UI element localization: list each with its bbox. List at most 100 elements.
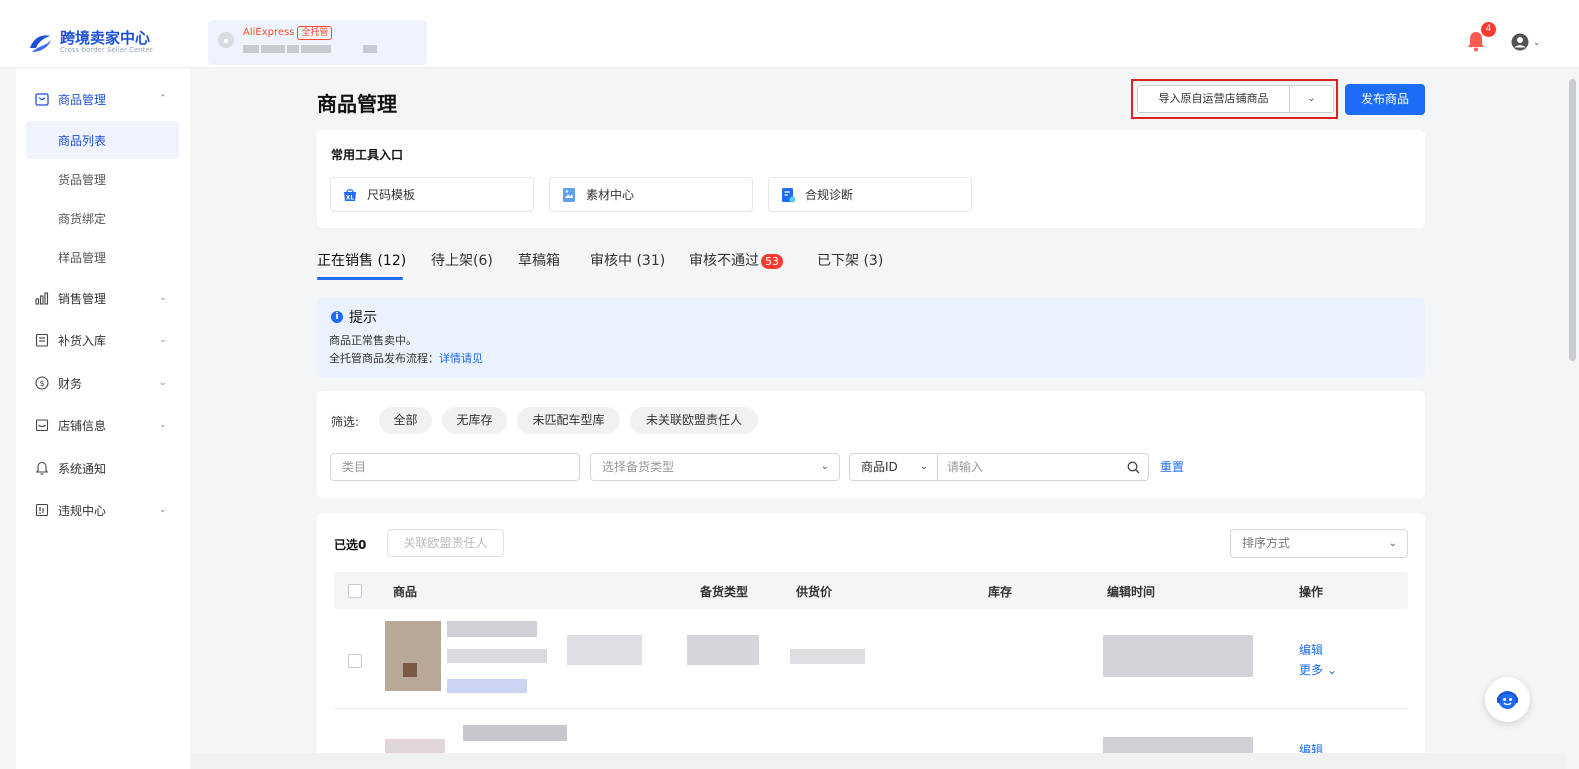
product-id-input[interactable]: 请输入 bbox=[937, 453, 1149, 481]
info-tip: i 提示 商品正常售卖中。 全托管商品发布流程：详情请见 bbox=[317, 297, 1425, 377]
sidebar-item-label: 系统通知 bbox=[58, 461, 107, 476]
tool-size-template[interactable]: XL 尺码模板 bbox=[330, 177, 534, 212]
sidebar-subitem-goods-management[interactable]: 货品管理 bbox=[26, 160, 179, 198]
column-header-stock-type: 备货类型 bbox=[700, 585, 749, 599]
tool-label: 尺码模板 bbox=[367, 188, 416, 202]
app-subtitle: Cross-border Seller Center bbox=[60, 45, 153, 54]
svg-text:XL: XL bbox=[346, 194, 355, 201]
sidebar-subitem-goods-binding[interactable]: 商货绑定 bbox=[26, 199, 179, 237]
sidebar-item-finance[interactable]: $ 财务 ⌄ bbox=[16, 365, 190, 401]
sidebar-item-sales-management[interactable]: 销售管理 ⌄ bbox=[16, 280, 190, 316]
chevron-up-icon: ⌃ bbox=[159, 94, 167, 104]
sidebar-subitem-label: 商货绑定 bbox=[58, 211, 107, 226]
tool-label: 合规诊断 bbox=[805, 188, 854, 202]
tip-text: 全托管商品发布流程： bbox=[329, 352, 439, 365]
product-meta-redacted bbox=[447, 679, 527, 693]
tool-compliance-check[interactable]: 合规诊断 bbox=[768, 177, 972, 212]
tools-title: 常用工具入口 bbox=[331, 148, 404, 162]
app-logo[interactable]: 跨境卖家中心 Cross-border Seller Center bbox=[26, 28, 153, 56]
edit-time-redacted bbox=[1103, 737, 1253, 753]
sidebar-item-store-info[interactable]: 店铺信息 ⌄ bbox=[16, 407, 190, 443]
id-input-placeholder: 请输入 bbox=[947, 460, 984, 474]
sidebar-subitem-product-list[interactable]: 商品列表 bbox=[26, 121, 179, 159]
dollar-circle-icon: $ bbox=[35, 376, 49, 390]
horizontal-scrollbar[interactable] bbox=[190, 753, 1565, 769]
sidebar: 商品管理 ⌃ 商品列表 货品管理 商货绑定 样品管理 销售管理 ⌄ 补货入库 ⌄… bbox=[16, 69, 190, 769]
store-name-redacted bbox=[243, 45, 403, 53]
vertical-scroll-thumb[interactable] bbox=[1569, 79, 1576, 361]
chevron-down-icon[interactable]: ⌄ bbox=[1290, 86, 1333, 112]
sidebar-item-label: 补货入库 bbox=[58, 333, 107, 348]
vertical-scrollbar[interactable] bbox=[1565, 69, 1579, 769]
row-checkbox[interactable] bbox=[348, 654, 362, 668]
search-icon[interactable] bbox=[1127, 461, 1140, 474]
selected-count: 已选0 bbox=[334, 538, 367, 552]
filter-label: 筛选: bbox=[331, 415, 360, 429]
store-platform: AliExpress bbox=[243, 27, 295, 38]
sidebar-item-label: 销售管理 bbox=[58, 291, 107, 306]
sidebar-item-label: 店铺信息 bbox=[58, 418, 107, 433]
customer-service-button[interactable] bbox=[1485, 677, 1530, 722]
tab-pending-listing[interactable]: 待上架(6) bbox=[431, 250, 493, 270]
store-switcher[interactable]: ▪ AliExpress 全托管 bbox=[208, 20, 427, 65]
tab-on-sale[interactable]: 正在销售 (12) bbox=[317, 250, 406, 270]
link-eu-representative-button[interactable]: 关联欧盟责任人 bbox=[387, 529, 504, 557]
filter-chip-no-vehicle-match[interactable]: 未匹配车型库 bbox=[517, 407, 620, 434]
tab-drafts[interactable]: 草稿箱 bbox=[518, 250, 560, 270]
sidebar-item-restock[interactable]: 补货入库 ⌄ bbox=[16, 322, 190, 358]
user-avatar-icon[interactable] bbox=[1511, 33, 1529, 51]
edit-time-redacted bbox=[1103, 635, 1253, 677]
tab-delisted[interactable]: 已下架 (3) bbox=[817, 250, 883, 270]
column-header-actions: 操作 bbox=[1299, 585, 1324, 599]
filter-chip-no-eu-representative[interactable]: 未关联欧盟责任人 bbox=[630, 407, 758, 434]
sort-select[interactable]: 排序方式 ⌄ bbox=[1230, 529, 1408, 558]
chevron-down-icon: ⌄ bbox=[159, 378, 167, 388]
logo-mark-icon bbox=[30, 35, 51, 52]
product-title-redacted bbox=[447, 621, 537, 637]
sidebar-subitem-label: 货品管理 bbox=[58, 172, 107, 187]
reset-link[interactable]: 重置 bbox=[1160, 458, 1184, 475]
stock-type-select[interactable]: 选择备货类型 ⌄ bbox=[590, 453, 840, 481]
filter-chip-all[interactable]: 全部 bbox=[379, 407, 432, 434]
page-title: 商品管理 bbox=[317, 92, 397, 116]
product-title-redacted bbox=[463, 725, 567, 741]
svg-text:$: $ bbox=[39, 379, 44, 388]
sidebar-item-label: 商品管理 bbox=[58, 92, 107, 107]
edit-link[interactable]: 编辑 bbox=[1299, 641, 1323, 658]
product-id-select[interactable]: 商品ID ⌄ bbox=[849, 453, 938, 481]
id-select-value: 商品ID bbox=[861, 460, 898, 474]
more-actions-dropdown[interactable]: 更多 ⌄ bbox=[1299, 661, 1337, 678]
chatbot-icon bbox=[1497, 691, 1518, 709]
tool-material-center[interactable]: 素材中心 bbox=[549, 177, 753, 212]
select-all-checkbox[interactable] bbox=[348, 584, 362, 598]
chevron-down-icon: ⌄ bbox=[919, 461, 928, 472]
tab-label: 审核不通过 bbox=[689, 253, 759, 269]
filter-card: 筛选: 全部 无库存 未匹配车型库 未关联欧盟责任人 类目 选择备货类型 ⌄ 商… bbox=[317, 391, 1425, 498]
import-store-products-button[interactable]: 导入原自运营店铺商品 ⌄ bbox=[1137, 85, 1334, 113]
user-menu-chevron-icon[interactable]: ⌄ bbox=[1533, 38, 1541, 48]
sidebar-item-violation-center[interactable]: 违规中心 ⌄ bbox=[16, 492, 190, 528]
bar-chart-icon bbox=[35, 292, 49, 305]
sort-placeholder: 排序方式 bbox=[1242, 536, 1291, 550]
details-link[interactable]: 详情请见 bbox=[439, 352, 483, 365]
column-header-edit-time: 编辑时间 bbox=[1107, 585, 1156, 599]
tip-title: 提示 bbox=[349, 310, 377, 326]
sidebar-item-system-notifications[interactable]: 系统通知 bbox=[16, 450, 190, 486]
sidebar-item-label: 违规中心 bbox=[58, 503, 107, 518]
tab-review-rejected[interactable]: 审核不通过 53 bbox=[689, 250, 783, 270]
store-mode-badge: 全托管 bbox=[297, 26, 333, 40]
chevron-down-icon: ⌄ bbox=[159, 293, 167, 303]
chevron-down-icon: ⌄ bbox=[1388, 538, 1397, 549]
product-image-redacted bbox=[385, 621, 441, 691]
category-input[interactable]: 类目 bbox=[330, 453, 580, 481]
publish-product-button[interactable]: 发布商品 bbox=[1345, 84, 1425, 115]
filter-chip-out-of-stock[interactable]: 无库存 bbox=[442, 407, 507, 434]
top-bar: 跨境卖家中心 Cross-border Seller Center ▪ AliE… bbox=[0, 0, 1579, 68]
tab-under-review[interactable]: 审核中 (31) bbox=[590, 250, 665, 270]
sidebar-subitem-sample-management[interactable]: 样品管理 bbox=[26, 238, 179, 276]
notification-count-badge: 4 bbox=[1481, 22, 1496, 37]
sidebar-item-product-management[interactable]: 商品管理 ⌃ bbox=[16, 81, 190, 117]
import-button-label: 导入原自运营店铺商品 bbox=[1138, 86, 1290, 112]
column-header-product: 商品 bbox=[393, 585, 418, 599]
rejected-count-badge: 53 bbox=[761, 254, 783, 269]
